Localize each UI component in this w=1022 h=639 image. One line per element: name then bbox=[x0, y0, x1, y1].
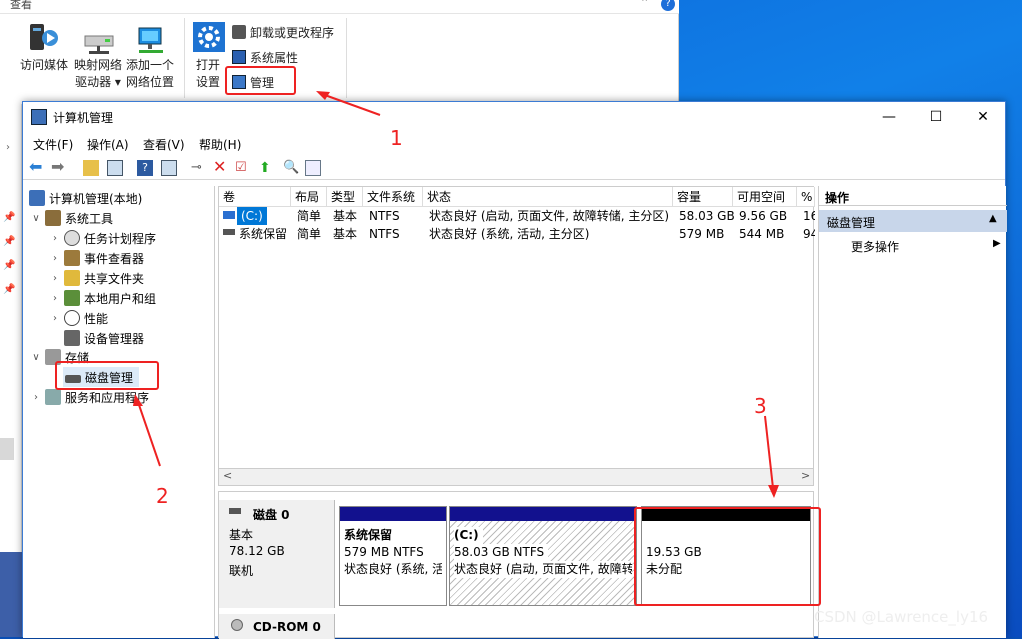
annotation-number-3: 3 bbox=[754, 394, 767, 418]
annotation-number-2: 2 bbox=[156, 484, 169, 508]
annotation-arrow-1 bbox=[321, 93, 381, 116]
annotation-arrow-2 bbox=[137, 401, 161, 467]
annotation-arrow-3 bbox=[764, 415, 774, 489]
annotation-number-1: 1 bbox=[390, 126, 403, 150]
annotation-arrowhead-2 bbox=[133, 394, 143, 406]
annotation-arrows bbox=[133, 91, 779, 498]
annotation-arrowhead-3 bbox=[768, 485, 779, 498]
watermark: CSDN @Lawrence_ly16 bbox=[814, 608, 989, 626]
